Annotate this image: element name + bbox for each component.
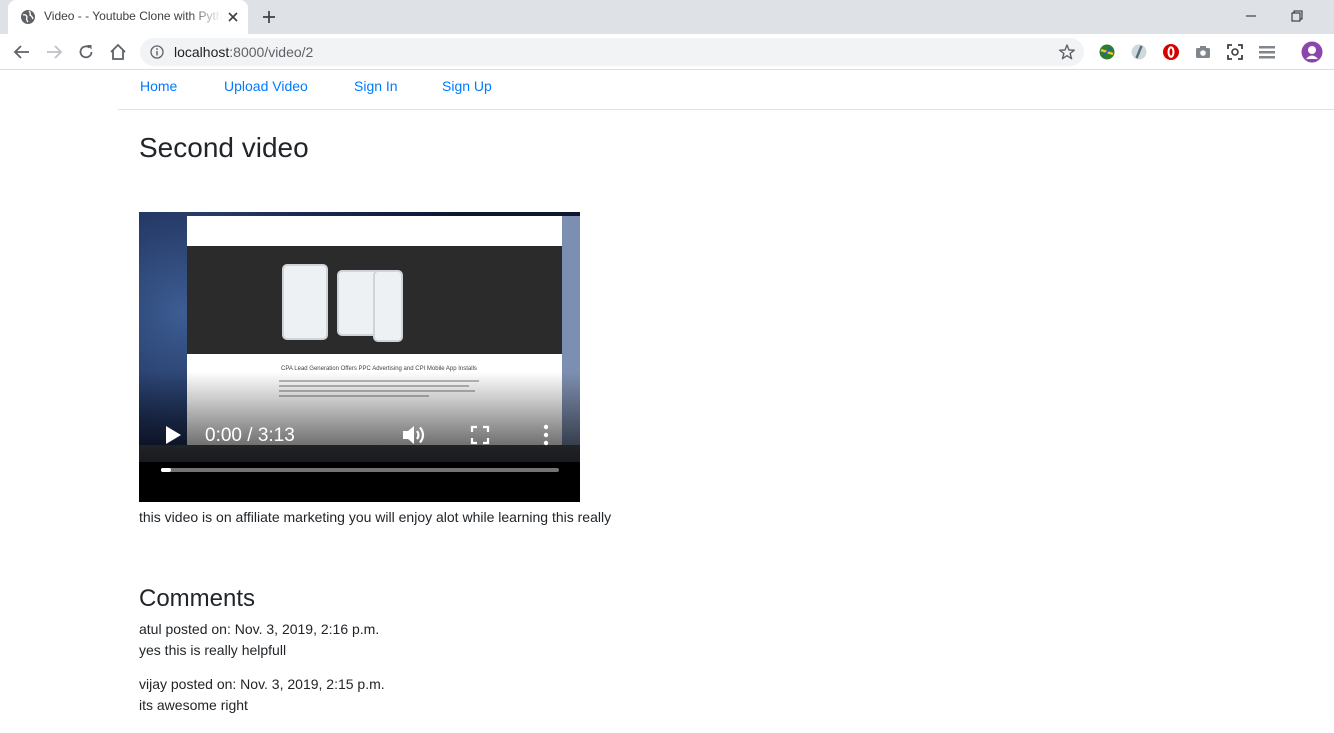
volume-icon[interactable] xyxy=(401,423,427,447)
toolbar-extension-icon[interactable] xyxy=(1257,42,1277,62)
playback-time: 0:00 / 3:13 xyxy=(205,425,295,447)
nav-link-upload-video[interactable]: Upload Video xyxy=(224,78,308,94)
forward-icon[interactable] xyxy=(44,42,64,62)
adblock-extension-icon[interactable] xyxy=(1161,42,1181,62)
profile-avatar-icon[interactable] xyxy=(1301,41,1323,63)
browser-toolbar: localhost:8000/video/2 xyxy=(0,34,1334,70)
site-navbar: Home Upload Video Sign In Sign Up xyxy=(118,71,1334,110)
comment-body: yes this is really helpfull xyxy=(139,642,287,658)
home-icon[interactable] xyxy=(108,42,128,62)
back-icon[interactable] xyxy=(12,42,32,62)
tab-title: Video - - Youtube Clone with Python Djan… xyxy=(44,9,222,23)
bookmark-star-icon[interactable] xyxy=(1058,43,1076,61)
close-tab-icon[interactable] xyxy=(225,9,241,25)
camera-icon[interactable] xyxy=(1193,42,1213,62)
video-player[interactable]: CPA Lead Generation Offers PPC Advertisi… xyxy=(139,212,580,502)
screenshot-icon[interactable] xyxy=(1225,42,1245,62)
browser-tabstrip: Video - - Youtube Clone with Python Djan… xyxy=(0,0,1334,34)
nav-link-sign-up[interactable]: Sign Up xyxy=(442,78,492,94)
comment-item: atul posted on: Nov. 3, 2019, 2:16 p.m. … xyxy=(139,619,379,661)
idm-extension-icon[interactable] xyxy=(1097,42,1117,62)
duration: 3:13 xyxy=(257,425,295,446)
comment-item: vijay posted on: Nov. 3, 2019, 2:15 p.m.… xyxy=(139,674,385,716)
poster-phone-image xyxy=(373,270,403,342)
new-tab-icon[interactable] xyxy=(260,8,278,26)
fullscreen-icon[interactable] xyxy=(470,425,490,445)
comment-header: vijay posted on: Nov. 3, 2019, 2:15 p.m. xyxy=(139,676,385,692)
seek-bar-played xyxy=(161,468,171,472)
video-title: Second video xyxy=(139,132,309,163)
info-icon[interactable] xyxy=(150,45,164,59)
time-separator: / xyxy=(247,425,253,446)
poster-hero-banner xyxy=(187,246,562,354)
restore-icon[interactable] xyxy=(1287,6,1307,26)
seek-bar[interactable] xyxy=(161,468,559,472)
minimize-icon[interactable] xyxy=(1241,6,1261,26)
poster-phone-image xyxy=(282,264,328,340)
nav-link-sign-in[interactable]: Sign In xyxy=(354,78,398,94)
browser-tab[interactable]: Video - - Youtube Clone with Python Djan… xyxy=(8,0,248,34)
url-host: localhost xyxy=(174,44,230,60)
nav-link-home[interactable]: Home xyxy=(140,78,177,94)
url-text: localhost:8000/video/2 xyxy=(174,44,313,60)
comment-body: its awesome right xyxy=(139,697,248,713)
comment-header: atul posted on: Nov. 3, 2019, 2:16 p.m. xyxy=(139,621,380,637)
stylus-extension-icon[interactable] xyxy=(1129,42,1149,62)
url-path: :8000/video/2 xyxy=(229,44,314,60)
reload-icon[interactable] xyxy=(76,42,96,62)
globe-icon xyxy=(21,10,35,24)
video-description: this video is on affiliate marketing you… xyxy=(139,509,612,525)
address-bar[interactable]: localhost:8000/video/2 xyxy=(140,38,1084,66)
more-options-icon[interactable] xyxy=(539,424,553,446)
play-icon[interactable] xyxy=(163,424,183,446)
current-time: 0:00 xyxy=(205,425,242,446)
comments-heading: Comments xyxy=(139,585,256,612)
